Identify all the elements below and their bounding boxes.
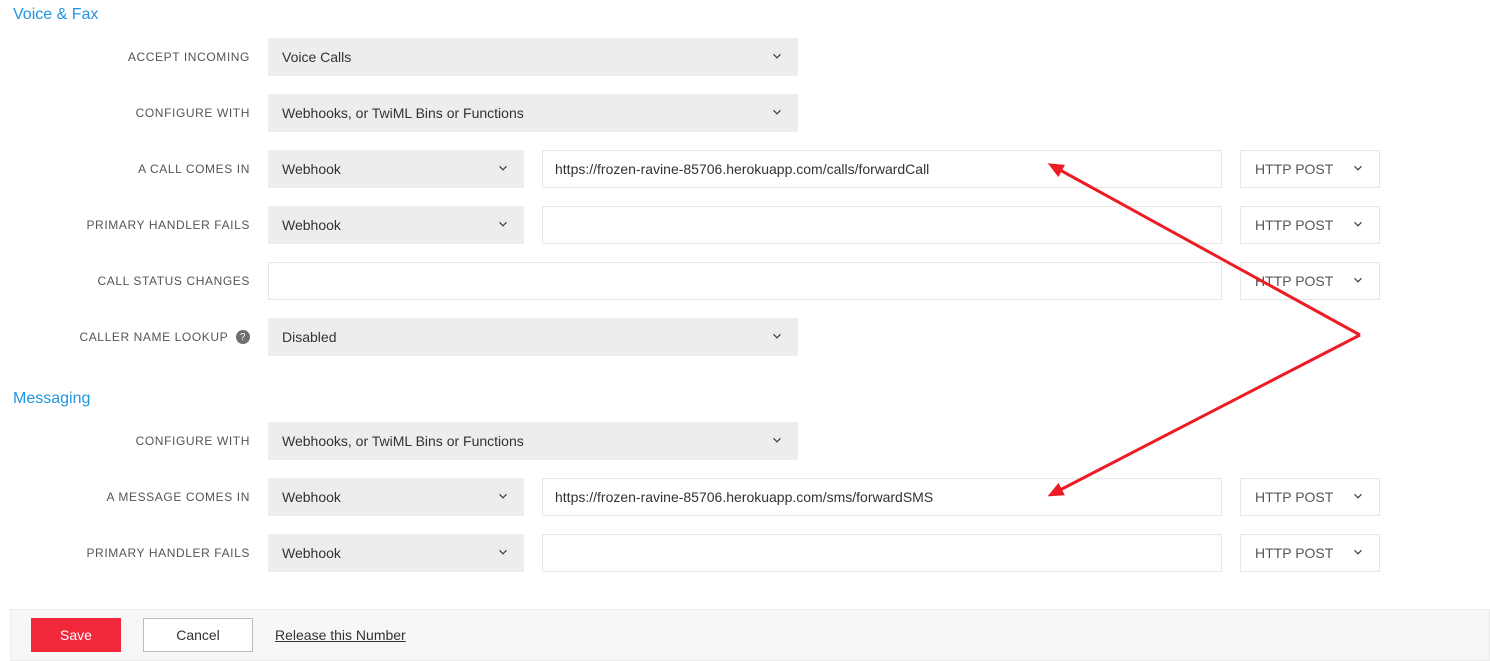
messaging-configure-with-label: CONFIGURE WITH <box>0 434 268 448</box>
messaging-primary-handler-fails-label: PRIMARY HANDLER FAILS <box>0 546 268 560</box>
message-comes-in-method-select[interactable]: HTTP POST <box>1240 478 1380 516</box>
chevron-down-icon <box>770 105 784 122</box>
chevron-down-icon <box>496 217 510 234</box>
messaging-primary-handler-type-value: Webhook <box>282 545 341 561</box>
call-comes-in-method-select[interactable]: HTTP POST <box>1240 150 1380 188</box>
call-status-changes-label: CALL STATUS CHANGES <box>0 274 268 288</box>
footer-bar: Save Cancel Release this Number <box>10 609 1490 661</box>
voice-primary-handler-fails-label: PRIMARY HANDLER FAILS <box>0 218 268 232</box>
messaging-primary-handler-type-select[interactable]: Webhook <box>268 534 524 572</box>
call-comes-in-method-value: HTTP POST <box>1255 161 1333 177</box>
message-comes-in-type-select[interactable]: Webhook <box>268 478 524 516</box>
messaging-section-title: Messaging <box>0 384 1490 422</box>
messaging-configure-with-select[interactable]: Webhooks, or TwiML Bins or Functions <box>268 422 798 460</box>
message-comes-in-url-input[interactable] <box>542 478 1222 516</box>
messaging-primary-handler-url-input[interactable] <box>542 534 1222 572</box>
accept-incoming-value: Voice Calls <box>282 49 351 65</box>
save-button[interactable]: Save <box>31 618 121 652</box>
voice-primary-handler-method-select[interactable]: HTTP POST <box>1240 206 1380 244</box>
caller-name-lookup-label: CALLER NAME LOOKUP ? <box>0 330 268 345</box>
voice-configure-with-value: Webhooks, or TwiML Bins or Functions <box>282 105 524 121</box>
call-status-changes-method-select[interactable]: HTTP POST <box>1240 262 1380 300</box>
call-comes-in-type-select[interactable]: Webhook <box>268 150 524 188</box>
voice-primary-handler-method-value: HTTP POST <box>1255 217 1333 233</box>
accept-incoming-label: ACCEPT INCOMING <box>0 50 268 64</box>
chevron-down-icon <box>770 433 784 450</box>
chevron-down-icon <box>1351 217 1365 234</box>
chevron-down-icon <box>770 329 784 346</box>
message-comes-in-method-value: HTTP POST <box>1255 489 1333 505</box>
chevron-down-icon <box>496 161 510 178</box>
voice-configure-with-select[interactable]: Webhooks, or TwiML Bins or Functions <box>268 94 798 132</box>
caller-name-lookup-value: Disabled <box>282 329 336 345</box>
call-comes-in-label: A CALL COMES IN <box>0 162 268 176</box>
call-status-changes-method-value: HTTP POST <box>1255 273 1333 289</box>
voice-primary-handler-url-input[interactable] <box>542 206 1222 244</box>
chevron-down-icon <box>1351 161 1365 178</box>
release-number-link[interactable]: Release this Number <box>275 627 406 643</box>
call-comes-in-type-value: Webhook <box>282 161 341 177</box>
voice-configure-with-label: CONFIGURE WITH <box>0 106 268 120</box>
chevron-down-icon <box>770 49 784 66</box>
help-icon[interactable]: ? <box>236 330 250 344</box>
chevron-down-icon <box>496 489 510 506</box>
voice-fax-section-title: Voice & Fax <box>0 0 1490 38</box>
messaging-configure-with-value: Webhooks, or TwiML Bins or Functions <box>282 433 524 449</box>
chevron-down-icon <box>496 545 510 562</box>
message-comes-in-label: A MESSAGE COMES IN <box>0 490 268 504</box>
chevron-down-icon <box>1351 545 1365 562</box>
chevron-down-icon <box>1351 489 1365 506</box>
message-comes-in-type-value: Webhook <box>282 489 341 505</box>
messaging-primary-handler-method-value: HTTP POST <box>1255 545 1333 561</box>
accept-incoming-select[interactable]: Voice Calls <box>268 38 798 76</box>
cancel-button[interactable]: Cancel <box>143 618 253 652</box>
chevron-down-icon <box>1351 273 1365 290</box>
caller-name-lookup-select[interactable]: Disabled <box>268 318 798 356</box>
messaging-primary-handler-method-select[interactable]: HTTP POST <box>1240 534 1380 572</box>
voice-primary-handler-type-select[interactable]: Webhook <box>268 206 524 244</box>
call-comes-in-url-input[interactable] <box>542 150 1222 188</box>
call-status-changes-url-input[interactable] <box>268 262 1222 300</box>
voice-primary-handler-type-value: Webhook <box>282 217 341 233</box>
